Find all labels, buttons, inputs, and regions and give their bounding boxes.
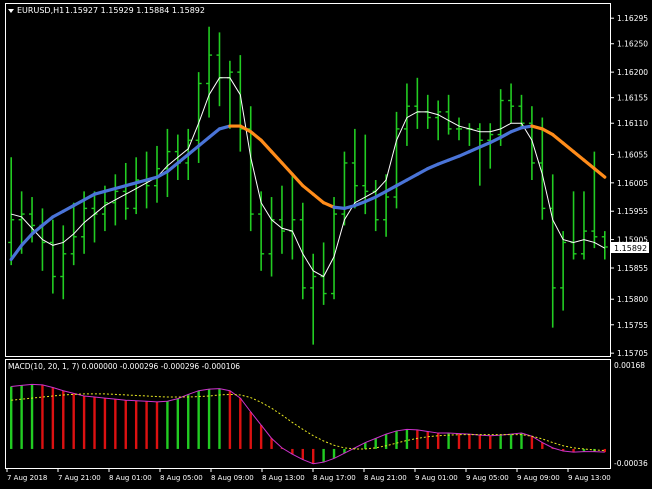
time-tick-label: 9 Aug 13:00	[568, 474, 611, 482]
time-tick-label: 8 Aug 01:00	[109, 474, 152, 482]
macd-histogram-bar	[499, 435, 502, 449]
macd-axis-top-label: 0.00168	[614, 361, 645, 370]
macd-histogram-bar	[134, 400, 138, 449]
macd-histogram-bar	[62, 390, 65, 449]
macd-histogram-bar	[384, 434, 388, 449]
price-tick-label: 1.16055	[617, 150, 648, 159]
macd-histogram-bar	[207, 389, 211, 449]
price-tick-label: 1.16005	[617, 179, 648, 188]
macd-histogram-bar	[312, 448, 315, 464]
macd-histogram-bar	[395, 430, 398, 449]
macd-histogram-bar	[93, 397, 96, 449]
price-tick-label: 1.16155	[617, 94, 648, 103]
macd-histogram-bar	[468, 434, 471, 449]
price-tick-label: 1.15800	[617, 295, 648, 304]
macd-histogram-bar	[520, 433, 523, 449]
time-tick-label: 7 Aug 21:00	[58, 474, 101, 482]
macd-histogram-bar	[249, 411, 252, 449]
time-tick-label: 8 Aug 17:00	[313, 474, 356, 482]
macd-histogram-bar	[489, 435, 492, 449]
time-tick-label: 9 Aug 05:00	[466, 474, 509, 482]
macd-histogram-bar	[301, 448, 304, 460]
current-price-marker: 1.15892	[611, 242, 649, 253]
price-tick-label: 1.15755	[617, 321, 648, 330]
macd-histogram-bar	[457, 433, 461, 449]
time-tick-label: 9 Aug 09:00	[517, 474, 560, 482]
macd-histogram-bar	[239, 398, 242, 449]
time-tick-label: 9 Aug 01:00	[415, 474, 458, 482]
macd-histogram-bar	[51, 387, 55, 449]
macd-axis-bottom-label: -0.00036	[614, 459, 648, 468]
current-price-label: 1.15892	[614, 244, 647, 253]
macd-histogram-bar	[218, 388, 221, 449]
macd-histogram-bar	[155, 401, 159, 449]
price-tick-label: 1.16200	[617, 68, 648, 77]
macd-histogram-bar	[103, 398, 107, 449]
macd-histogram-bar	[82, 396, 86, 449]
macd-histogram-bar	[322, 448, 325, 463]
macd-histogram-bar	[166, 401, 169, 449]
macd-histogram-bar	[124, 400, 127, 449]
time-tick-label: 8 Aug 21:00	[364, 474, 407, 482]
macd-histogram-bar	[197, 390, 200, 449]
macd-histogram-bar	[145, 401, 148, 449]
time-tick-label: 8 Aug 05:00	[160, 474, 203, 482]
macd-histogram-bar	[270, 438, 273, 449]
macd-header: MACD(10, 20, 1, 7) 0.000000 -0.000296 -0…	[8, 362, 240, 371]
macd-histogram-bar	[332, 448, 336, 459]
macd-histogram-bar	[114, 399, 117, 449]
macd-histogram-bar	[20, 385, 23, 449]
price-tick-label: 1.15955	[617, 207, 648, 216]
macd-histogram-bar	[405, 429, 409, 449]
macd-histogram-bar	[374, 438, 377, 449]
macd-histogram-bar	[228, 390, 232, 449]
macd-histogram-bar	[416, 429, 419, 449]
price-tick-label: 1.16295	[617, 14, 648, 23]
price-tick-label: 1.15855	[617, 264, 648, 273]
macd-histogram-bar	[176, 398, 180, 449]
time-tick-label: 7 Aug 2018	[7, 474, 47, 482]
price-tick-label: 1.16110	[617, 119, 648, 128]
ohlc-values: 1.15927 1.15929 1.15884 1.15892	[65, 6, 205, 15]
macd-histogram-bar	[530, 436, 534, 449]
price-tick-label: 1.16250	[617, 40, 648, 49]
macd-histogram-bar	[426, 431, 429, 449]
trading-chart[interactable]: 1.16295 1.16250 1.16200 1.16155 1.16110 1.160…	[0, 0, 652, 489]
macd-histogram-bar	[478, 435, 482, 449]
macd-histogram-bar	[187, 394, 190, 449]
macd-histogram-bar	[10, 386, 13, 449]
macd-histogram-bar	[509, 434, 513, 449]
symbol-label: EURUSD,H1	[17, 6, 64, 15]
price-tick-label: 1.15705	[617, 349, 648, 358]
chart-header: EURUSD,H1 1.15927 1.15929 1.15884 1.1589…	[8, 6, 205, 15]
chart-background	[0, 0, 652, 489]
macd-histogram-bar	[259, 425, 263, 449]
time-tick-label: 8 Aug 09:00	[211, 474, 254, 482]
macd-histogram-bar	[72, 393, 75, 449]
macd-histogram-bar	[30, 384, 34, 449]
time-tick-label: 8 Aug 13:00	[262, 474, 305, 482]
macd-histogram-bar	[41, 384, 44, 449]
